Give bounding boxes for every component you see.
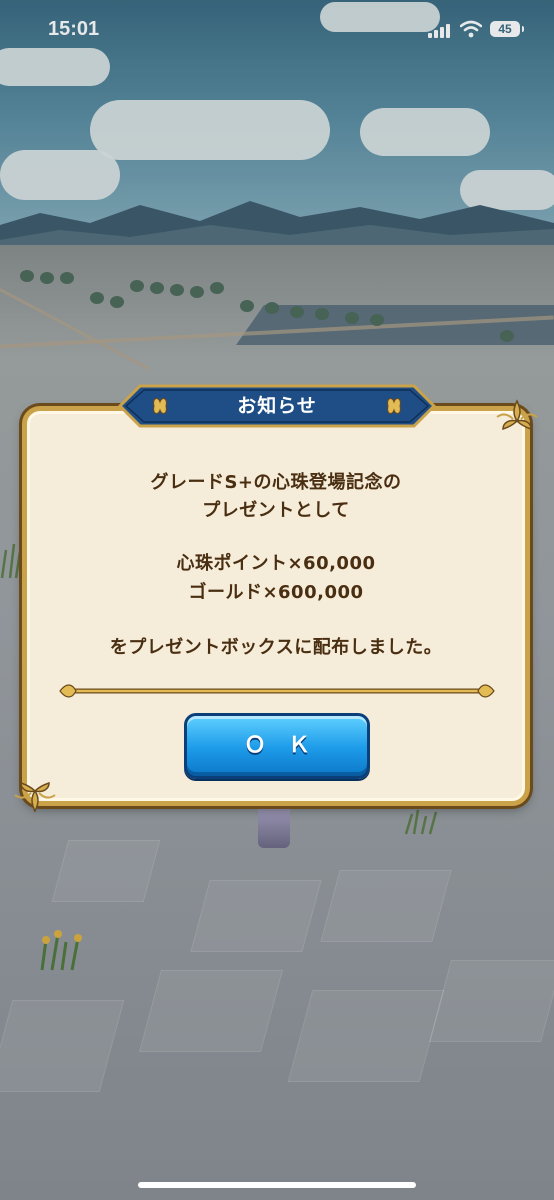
home-indicator[interactable] <box>138 1182 416 1188</box>
message-line: プレゼントとして <box>202 500 350 521</box>
fleur-de-lis-corner-icon <box>14 781 56 813</box>
ornamental-divider <box>59 684 495 698</box>
reward-line: 心珠ポイント×60,000 <box>176 553 376 574</box>
reward-line: ゴールド×600,000 <box>188 582 364 603</box>
message-line: をプレゼントボックスに配布しました。 <box>109 637 443 658</box>
message-line: グレードS+の心珠登場記念の <box>150 472 402 493</box>
fleur-de-lis-corner-icon <box>496 399 538 431</box>
ok-button[interactable]: ＯＫ <box>184 713 370 779</box>
dialog-title: お知らせ <box>237 395 317 417</box>
